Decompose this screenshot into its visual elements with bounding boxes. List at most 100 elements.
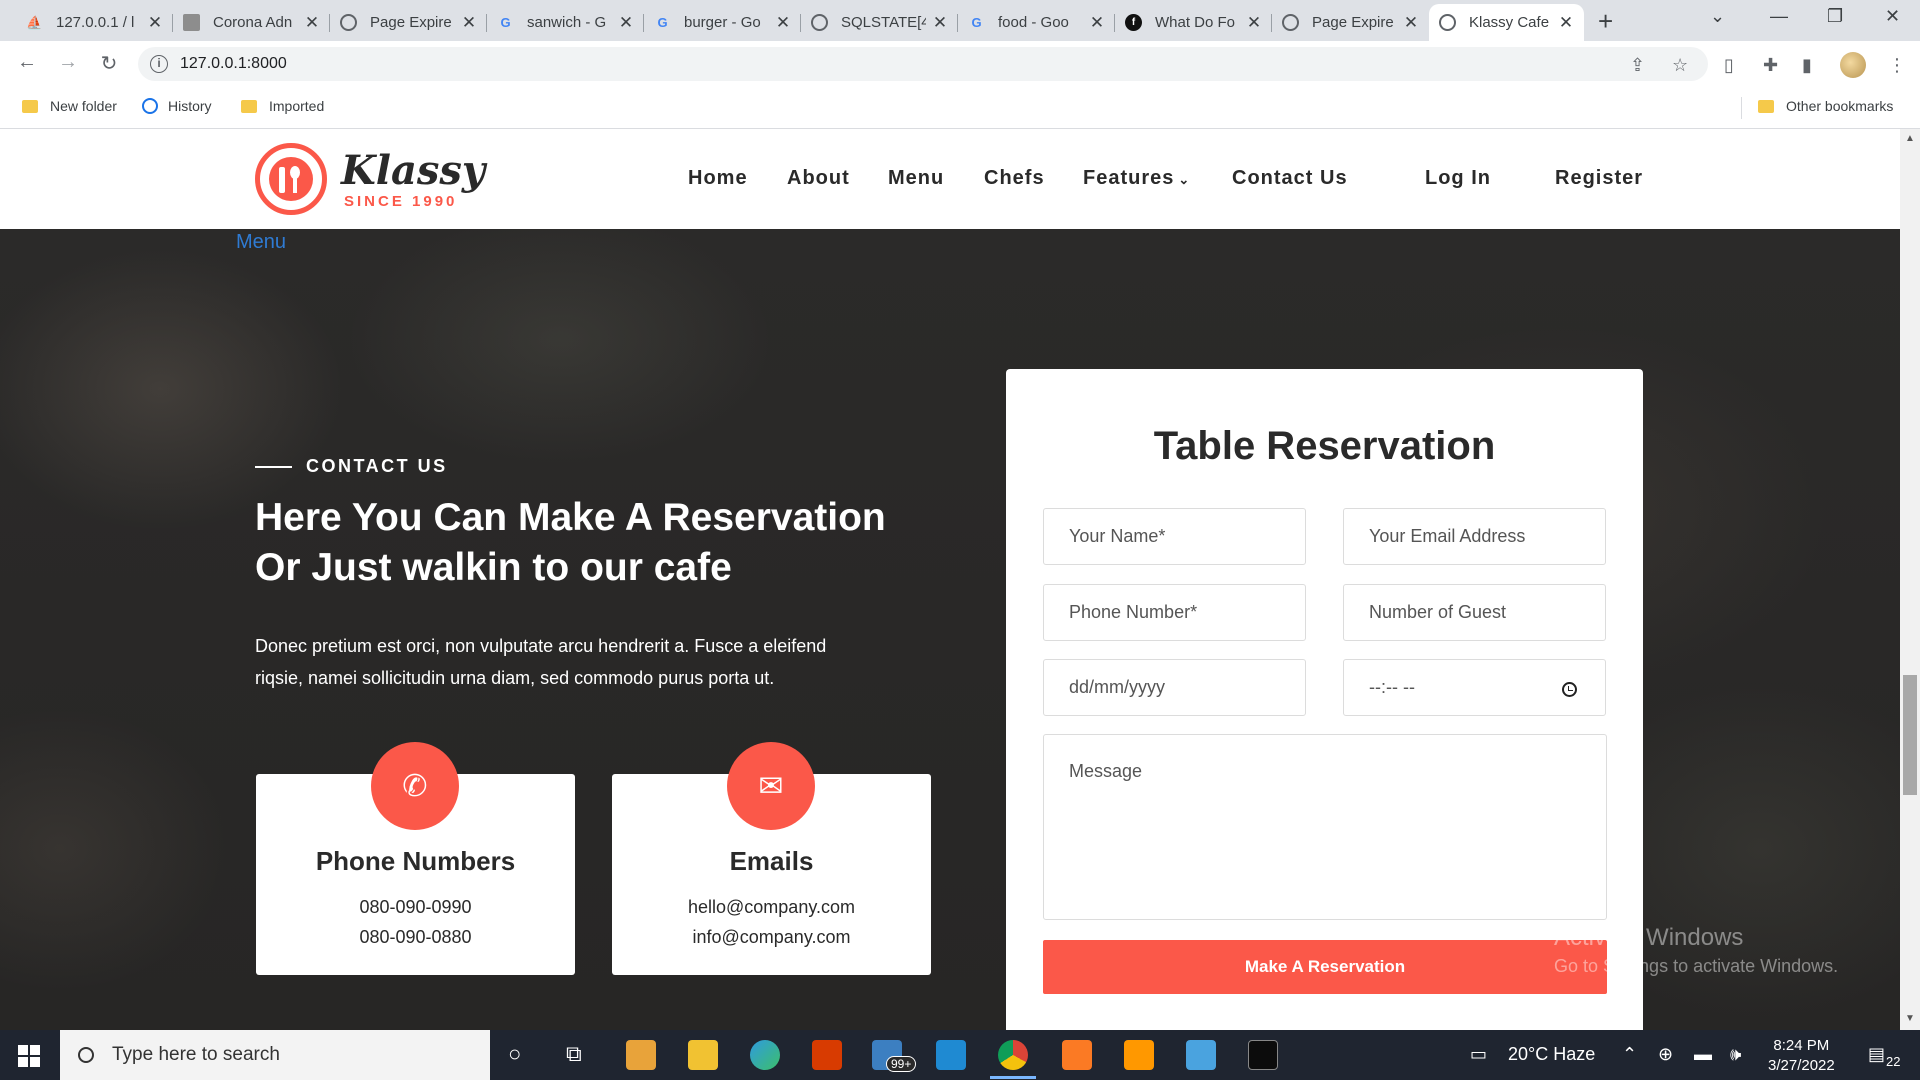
minimize-icon[interactable]: — bbox=[1770, 6, 1788, 27]
browser-tab[interactable]: G burger - Go ✕ bbox=[644, 4, 801, 41]
browser-tab[interactable]: ⛵ 127.0.0.1 / l ✕ bbox=[16, 4, 173, 41]
browser-tab[interactable]: SQLSTATE[4 ✕ bbox=[801, 4, 958, 41]
browser-tab[interactable]: G food - Goo ✕ bbox=[958, 4, 1115, 41]
email-card-title: Emails bbox=[729, 846, 814, 876]
section-eyebrow: CONTACT US bbox=[255, 456, 448, 477]
close-tab-icon[interactable]: ✕ bbox=[618, 13, 634, 33]
battery-icon[interactable]: ▬ bbox=[1694, 1044, 1712, 1065]
nav-chefs[interactable]: Chefs bbox=[984, 167, 1045, 190]
close-tab-icon[interactable]: ✕ bbox=[932, 13, 948, 33]
message-field[interactable]: Message bbox=[1043, 734, 1607, 920]
restore-icon[interactable]: ❐ bbox=[1827, 6, 1843, 27]
store-icon[interactable] bbox=[626, 1040, 656, 1070]
browser-tab[interactable]: G sanwich - G ✕ bbox=[487, 4, 644, 41]
site-logo[interactable]: Klassy SINCE 1990 bbox=[255, 143, 485, 215]
browser-tab[interactable]: Page Expire ✕ bbox=[1272, 4, 1429, 41]
bookmark-other[interactable]: Other bookmarks bbox=[1758, 98, 1893, 114]
chevron-up-icon[interactable]: ⌃ bbox=[1622, 1044, 1637, 1065]
terminal-icon[interactable] bbox=[1248, 1040, 1278, 1070]
browser-tab[interactable]: f What Do Fo ✕ bbox=[1115, 4, 1272, 41]
weather-icon[interactable]: ▭ bbox=[1470, 1044, 1487, 1065]
office-icon[interactable] bbox=[812, 1040, 842, 1070]
close-tab-icon[interactable]: ✕ bbox=[304, 13, 320, 33]
xampp-icon[interactable] bbox=[1062, 1040, 1092, 1070]
address-bar[interactable]: i 127.0.0.1:8000 bbox=[138, 47, 1708, 81]
browser-tab[interactable]: Page Expire ✕ bbox=[330, 4, 487, 41]
clipboard-icon[interactable]: ▯ bbox=[1724, 55, 1734, 76]
site-info-icon[interactable]: i bbox=[150, 55, 168, 73]
email-card: ✉ Emails hello@company.com info@company.… bbox=[612, 742, 931, 975]
nav-about[interactable]: About bbox=[787, 167, 850, 190]
language-icon[interactable]: ⊕ bbox=[1658, 1044, 1673, 1065]
search-icon bbox=[78, 1047, 94, 1063]
phone-number: 080-090-0990 bbox=[359, 897, 472, 917]
browser-tab[interactable]: Corona Adn ✕ bbox=[173, 4, 330, 41]
close-tab-icon[interactable]: ✕ bbox=[1403, 13, 1419, 33]
volume-icon[interactable]: 🕪 bbox=[1730, 1044, 1741, 1065]
bookmark-history[interactable]: History bbox=[142, 98, 212, 114]
make-reservation-button[interactable]: Make A Reservation bbox=[1043, 940, 1607, 994]
chrome-icon[interactable] bbox=[998, 1040, 1028, 1070]
date-field[interactable]: dd/mm/yyyy bbox=[1043, 659, 1306, 716]
cortana-icon[interactable]: ○ bbox=[508, 1041, 521, 1067]
profile-avatar[interactable] bbox=[1840, 52, 1866, 78]
clock-icon[interactable] bbox=[1562, 682, 1577, 697]
file-explorer-icon[interactable] bbox=[688, 1040, 718, 1070]
new-tab-icon[interactable]: + bbox=[1598, 6, 1613, 36]
edge-icon[interactable] bbox=[750, 1040, 780, 1070]
reload-icon[interactable]: ↻ bbox=[96, 51, 122, 76]
close-tab-icon[interactable]: ✕ bbox=[147, 13, 163, 33]
bookmark-new-folder[interactable]: New folder bbox=[22, 98, 117, 114]
share-icon[interactable]: ⇪ bbox=[1630, 55, 1645, 76]
guests-field[interactable]: Number of Guest bbox=[1343, 584, 1606, 641]
close-tab-icon[interactable]: ✕ bbox=[1558, 13, 1574, 33]
nav-contact[interactable]: Contact Us bbox=[1232, 167, 1348, 190]
nav-register[interactable]: Register bbox=[1555, 167, 1643, 190]
photos-icon[interactable] bbox=[1186, 1040, 1216, 1070]
logo-name: Klassy bbox=[341, 146, 486, 194]
menu-dots-icon[interactable]: ⋮ bbox=[1888, 55, 1906, 76]
headline-line-1: Here You Can Make A Reservation bbox=[255, 496, 886, 539]
page-scrollbar[interactable]: ▲ ▼ bbox=[1900, 129, 1920, 1030]
forward-icon[interactable]: → bbox=[55, 51, 81, 74]
task-view-icon[interactable]: ⧉ bbox=[566, 1041, 582, 1067]
bookmark-label: New folder bbox=[50, 98, 117, 114]
scroll-down-icon[interactable]: ▼ bbox=[1905, 1013, 1915, 1024]
globe-icon bbox=[1282, 14, 1299, 31]
notification-icon[interactable]: ▤ bbox=[1868, 1044, 1885, 1065]
sublime-icon[interactable] bbox=[1124, 1040, 1154, 1070]
close-tab-icon[interactable]: ✕ bbox=[1246, 13, 1262, 33]
vscode-icon[interactable] bbox=[936, 1040, 966, 1070]
nav-home[interactable]: Home bbox=[688, 167, 748, 190]
close-tab-icon[interactable]: ✕ bbox=[1089, 13, 1105, 33]
back-icon[interactable]: ← bbox=[14, 51, 40, 74]
scrollbar-thumb[interactable] bbox=[1903, 675, 1917, 795]
phone-field[interactable]: Phone Number* bbox=[1043, 584, 1306, 641]
extensions-icon[interactable]: ✚ bbox=[1763, 55, 1778, 76]
bookmark-label: Imported bbox=[269, 98, 325, 114]
weather-text[interactable]: 20°C Haze bbox=[1508, 1044, 1595, 1065]
paragraph-line-2: riqsie, namei sollicitudin urna diam, se… bbox=[255, 668, 775, 688]
page-icon bbox=[183, 14, 200, 31]
globe-icon bbox=[1439, 14, 1456, 31]
taskbar-search[interactable]: Type here to search bbox=[60, 1030, 490, 1080]
browser-tab-active[interactable]: Klassy Cafe ✕ bbox=[1429, 4, 1584, 41]
nav-login[interactable]: Log In bbox=[1425, 167, 1491, 190]
history-icon bbox=[142, 98, 158, 114]
nav-menu[interactable]: Menu bbox=[888, 167, 944, 190]
close-window-icon[interactable]: ✕ bbox=[1885, 6, 1900, 27]
close-tab-icon[interactable]: ✕ bbox=[461, 13, 477, 33]
bookmark-star-icon[interactable]: ☆ bbox=[1672, 55, 1688, 76]
name-field[interactable]: Your Name* bbox=[1043, 508, 1306, 565]
tab-search-icon[interactable]: ⌄ bbox=[1710, 6, 1725, 27]
close-tab-icon[interactable]: ✕ bbox=[775, 13, 791, 33]
windows-start-icon[interactable] bbox=[18, 1045, 40, 1067]
scroll-up-icon[interactable]: ▲ bbox=[1905, 133, 1915, 144]
time-field[interactable]: --:-- -- bbox=[1343, 659, 1606, 716]
bookmark-imported[interactable]: Imported bbox=[241, 98, 324, 114]
system-clock[interactable]: 8:24 PM 3/27/2022 bbox=[1768, 1036, 1835, 1076]
email-field[interactable]: Your Email Address bbox=[1343, 508, 1606, 565]
nav-features[interactable]: Features ⌄ bbox=[1083, 167, 1190, 190]
breadcrumb[interactable]: Menu bbox=[236, 231, 286, 254]
sidebar-icon[interactable]: ▮ bbox=[1802, 55, 1812, 76]
